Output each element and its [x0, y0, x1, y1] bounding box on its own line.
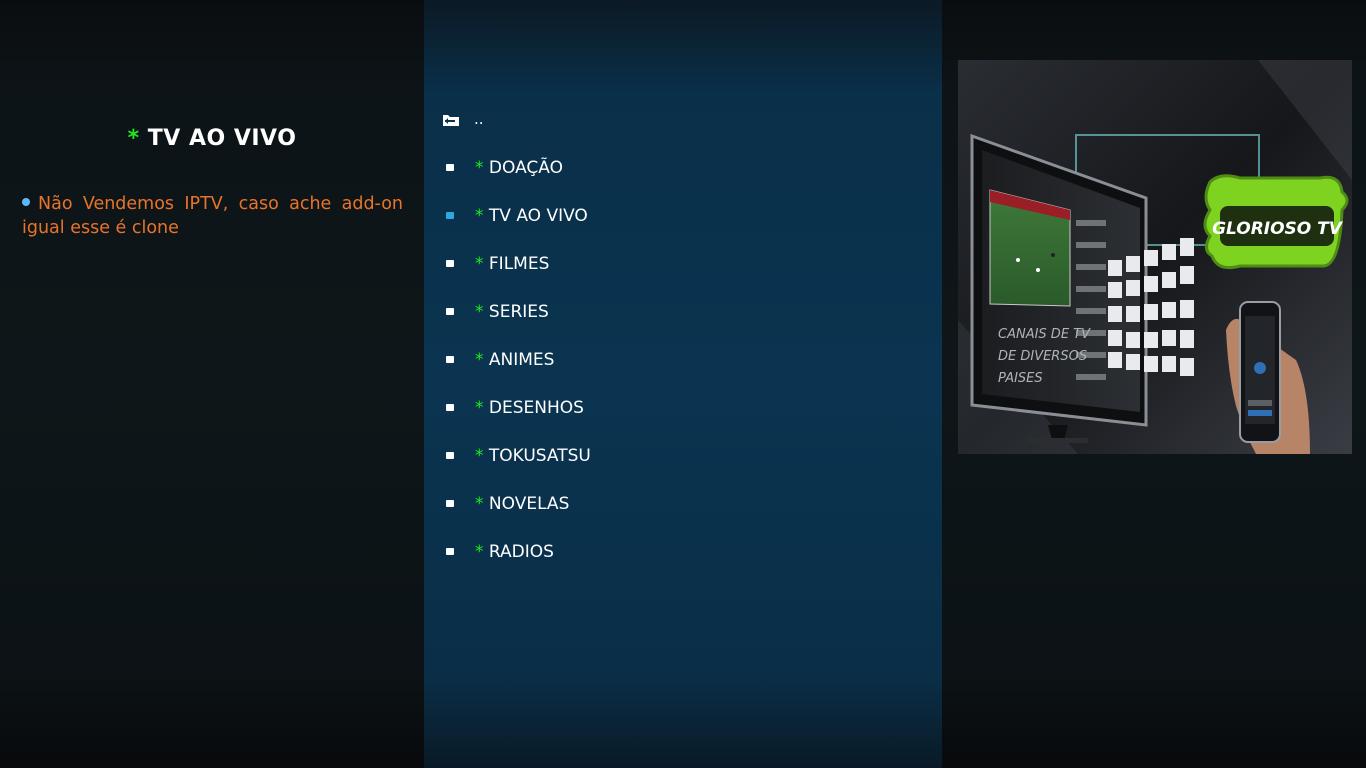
star-marker: *	[475, 206, 484, 226]
item-text: ANIMES	[488, 350, 555, 370]
star-marker: *	[475, 254, 484, 274]
item-plot: Não Vendemos IPTV, caso ache add-on igua…	[22, 192, 403, 240]
tv-text-line1: CANAIS DE TV	[998, 327, 1091, 342]
list-item-radios[interactable]: * RADIOS	[424, 528, 942, 576]
item-text: TV AO VIVO	[488, 206, 588, 226]
item-text: FILMES	[488, 254, 550, 274]
title-star: *	[127, 126, 140, 151]
list-item-novelas[interactable]: * NOVELAS	[424, 480, 942, 528]
logo-text: GLORIOSO TV	[1212, 219, 1344, 239]
list-item-filmes[interactable]: * FILMES	[424, 240, 942, 288]
menu-list: .. * DOAÇÃO * TV AO VIVO * FILMES * SERI…	[424, 96, 942, 576]
tv-text-line2: DE DIVERSOS	[998, 349, 1087, 364]
list-item-label: * DESENHOS	[475, 398, 584, 418]
star-marker: *	[475, 350, 484, 370]
bullet-icon	[446, 356, 454, 363]
bullet-icon	[446, 260, 454, 267]
bullet-icon	[446, 164, 454, 171]
star-marker: *	[475, 158, 484, 178]
star-marker: *	[475, 446, 484, 466]
tv-text-line3: PAISES	[998, 371, 1043, 386]
star-marker: *	[475, 398, 484, 418]
item-text: RADIOS	[488, 542, 554, 562]
bullet-icon	[446, 452, 454, 459]
item-text: DOAÇÃO	[488, 158, 563, 178]
item-title: * TV AO VIVO	[0, 126, 424, 151]
bullet-dot-icon	[22, 198, 30, 206]
folder-back-icon	[443, 115, 459, 126]
parent-folder-label: ..	[474, 110, 484, 128]
parent-folder-item[interactable]: ..	[424, 96, 942, 144]
list-item-tv-ao-vivo[interactable]: * TV AO VIVO	[424, 192, 942, 240]
list-item-label: * RADIOS	[475, 542, 554, 562]
list-item-label: * TOKUSATSU	[475, 446, 591, 466]
item-poster: CANAIS DE TV DE DIVERSOS PAISES GLORIOSO…	[958, 60, 1352, 454]
list-item-label: * NOVELAS	[475, 494, 569, 514]
poster-artwork: CANAIS DE TV DE DIVERSOS PAISES GLORIOSO…	[958, 60, 1352, 454]
item-text: SERIES	[488, 302, 549, 322]
list-item-label: * FILMES	[475, 254, 549, 274]
star-marker: *	[475, 542, 484, 562]
info-panel: * TV AO VIVO Não Vendemos IPTV, caso ach…	[0, 0, 424, 768]
list-item-label: * ANIMES	[475, 350, 554, 370]
item-text: NOVELAS	[488, 494, 570, 514]
list-item-label: * TV AO VIVO	[475, 206, 588, 226]
star-marker: *	[475, 302, 484, 322]
list-item-tokusatsu[interactable]: * TOKUSATSU	[424, 432, 942, 480]
plot-text: Não Vendemos IPTV, caso ache add-on igua…	[22, 194, 403, 238]
item-text: DESENHOS	[488, 398, 584, 418]
title-text: TV AO VIVO	[147, 126, 297, 151]
star-marker: *	[475, 494, 484, 514]
bullet-icon	[446, 548, 454, 555]
list-item-animes[interactable]: * ANIMES	[424, 336, 942, 384]
item-text: TOKUSATSU	[488, 446, 591, 466]
list-item-desenhos[interactable]: * DESENHOS	[424, 384, 942, 432]
glorioso-tv-logo: GLORIOSO TV	[1203, 174, 1349, 270]
bullet-icon	[446, 212, 454, 219]
bullet-icon	[446, 404, 454, 411]
bullet-icon	[446, 500, 454, 507]
list-item-doacao[interactable]: * DOAÇÃO	[424, 144, 942, 192]
list-item-label: * SERIES	[475, 302, 549, 322]
list-item-label: * DOAÇÃO	[475, 158, 563, 178]
bullet-icon	[446, 308, 454, 315]
list-item-series[interactable]: * SERIES	[424, 288, 942, 336]
